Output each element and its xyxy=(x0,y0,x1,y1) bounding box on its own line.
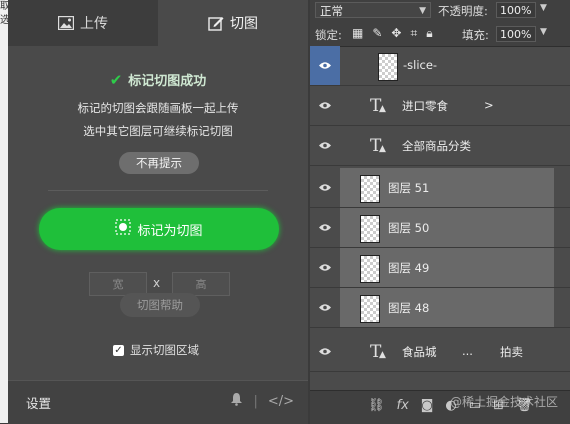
slice-icon xyxy=(115,219,132,239)
bell-icon[interactable] xyxy=(230,392,243,410)
fill-label: 填充: xyxy=(462,28,489,42)
layer-name-suffix: > xyxy=(484,98,494,112)
checkbox-icon[interactable]: ✓ xyxy=(113,344,124,356)
layer-name-right: 拍卖 xyxy=(500,345,523,359)
blend-mode-select[interactable]: 正常 ▼ xyxy=(315,2,431,18)
lock-icons: ▦ ✎ ✥ ⌗ 🔒︎ xyxy=(352,26,433,41)
text-layer-icon: T ▲ xyxy=(370,96,386,116)
mask-icon[interactable]: ◙ xyxy=(421,398,434,413)
slice-help-button[interactable]: 切图帮助 xyxy=(120,293,200,317)
tab-slice-label: 切图 xyxy=(230,16,258,32)
layer-name[interactable]: 图层 51 xyxy=(388,180,429,196)
edge-char: 选 xyxy=(0,15,8,26)
lock-label: 锁定: xyxy=(315,28,342,42)
eye-icon[interactable] xyxy=(310,86,340,125)
text-layer-icon: T ▲ xyxy=(370,136,386,156)
layer-row[interactable]: T ▲ 全部商品分类 xyxy=(310,126,570,166)
footer-icons: | </> xyxy=(230,392,294,410)
layer-name[interactable]: 图层 49 xyxy=(388,260,429,276)
blend-row: 正常 ▼ 不透明度: 100% ▼ xyxy=(310,0,570,23)
fx-icon[interactable]: fx xyxy=(397,398,409,413)
success-message: ✔ 标记切图成功 xyxy=(8,70,308,90)
watermark: @稀土掘金技术社区 xyxy=(450,395,559,409)
lock-artboard-icon[interactable]: ⌗ xyxy=(410,26,417,41)
layer-name[interactable]: -slice- xyxy=(403,58,437,72)
tab-upload[interactable]: 上传 xyxy=(8,0,158,46)
check-icon: ✔ xyxy=(109,70,123,89)
blend-mode-value: 正常 xyxy=(320,4,343,18)
layers-panel: 正常 ▼ 不透明度: 100% ▼ 锁定: ▦ ✎ ✥ ⌗ 🔒︎ 填充: 100… xyxy=(310,0,570,424)
tab-upload-label: 上传 xyxy=(80,16,108,32)
link-icon[interactable]: ⛓ xyxy=(368,398,385,413)
dont-remind-button[interactable]: 不再提示 xyxy=(119,152,199,174)
layer-name-middle: ... xyxy=(462,344,473,358)
fill-input[interactable]: 100% xyxy=(496,26,536,42)
edge-char: 取 xyxy=(0,1,8,12)
chevron-down-icon[interactable]: ▼ xyxy=(540,27,547,37)
opacity-input[interactable]: 100% xyxy=(496,2,536,18)
layer-thumbnail xyxy=(360,215,380,243)
layer-thumbnail xyxy=(360,175,380,203)
eye-icon[interactable] xyxy=(310,288,340,327)
layer-row[interactable]: T ▲ 食品城 ... 拍卖 xyxy=(310,332,570,372)
footer-divider: | xyxy=(253,393,258,409)
layer-thumbnail xyxy=(360,255,380,283)
description-line: 标记的切图会跟随画板一起上传 xyxy=(77,101,239,115)
lock-row: 锁定: ▦ ✎ ✥ ⌗ 🔒︎ 填充: 100% ▼ xyxy=(310,22,570,47)
eye-icon[interactable] xyxy=(310,168,340,207)
tab-slice[interactable]: 切图 xyxy=(158,0,308,46)
times-sign: x xyxy=(153,276,161,290)
settings-link[interactable]: 设置 xyxy=(26,393,51,412)
chevron-down-icon: ▼ xyxy=(419,6,426,16)
show-slice-area-checkbox[interactable]: ✓ 显示切图区域 xyxy=(113,342,199,358)
code-icon[interactable]: </> xyxy=(268,394,294,409)
eye-icon[interactable] xyxy=(310,332,340,371)
layer-thumbnail xyxy=(360,295,380,323)
eye-icon[interactable] xyxy=(310,126,340,165)
mark-as-slice-button[interactable]: 标记为切图 xyxy=(39,208,279,250)
layer-name[interactable]: 图层 50 xyxy=(388,220,429,236)
opacity-label: 不透明度: xyxy=(438,4,488,18)
layer-row[interactable]: 图层 49 xyxy=(310,248,570,288)
layer-name[interactable]: 食品城 xyxy=(402,344,437,360)
edit-icon xyxy=(208,15,224,31)
description-line: 选中其它图层可继续标记切图 xyxy=(83,124,233,138)
mark-button-label: 标记为切图 xyxy=(137,223,203,239)
success-text: 标记切图成功 xyxy=(128,74,207,89)
lock-transparent-icon[interactable]: ▦ xyxy=(352,26,363,41)
layer-row[interactable]: -slice- xyxy=(310,46,570,86)
eye-icon[interactable] xyxy=(310,208,340,247)
slice-plugin-panel: 上传 切图 ✔ 标记切图成功 标记的切图会跟随画板一起上传 选中其它图层可继续标… xyxy=(8,0,308,424)
divider xyxy=(48,190,268,191)
chevron-down-icon[interactable]: ▼ xyxy=(540,3,547,13)
plugin-footer: 设置 | </> xyxy=(8,380,308,424)
eye-icon[interactable] xyxy=(310,46,340,85)
lock-move-icon[interactable]: ✥ xyxy=(391,26,401,41)
layer-name[interactable]: 全部商品分类 xyxy=(402,138,471,154)
tab-bar: 上传 切图 xyxy=(8,0,308,46)
layer-name[interactable]: 进口零食 xyxy=(402,98,448,114)
layer-thumbnail xyxy=(378,53,398,81)
layer-row[interactable]: T ▲ 进口零食 > xyxy=(310,86,570,126)
layer-row[interactable]: 图层 51 xyxy=(310,168,570,208)
show-area-label: 显示切图区域 xyxy=(130,343,199,357)
image-icon xyxy=(58,16,74,30)
lock-all-icon[interactable]: 🔒︎ xyxy=(426,26,432,41)
layer-name[interactable]: 图层 48 xyxy=(388,300,429,316)
layer-row[interactable]: 图层 48 xyxy=(310,288,570,328)
window-edge: 取 选 xyxy=(0,0,8,423)
eye-icon[interactable] xyxy=(310,248,340,287)
layer-row[interactable]: 图层 50 xyxy=(310,208,570,248)
text-layer-icon: T ▲ xyxy=(370,342,386,362)
lock-paint-icon[interactable]: ✎ xyxy=(372,26,382,41)
